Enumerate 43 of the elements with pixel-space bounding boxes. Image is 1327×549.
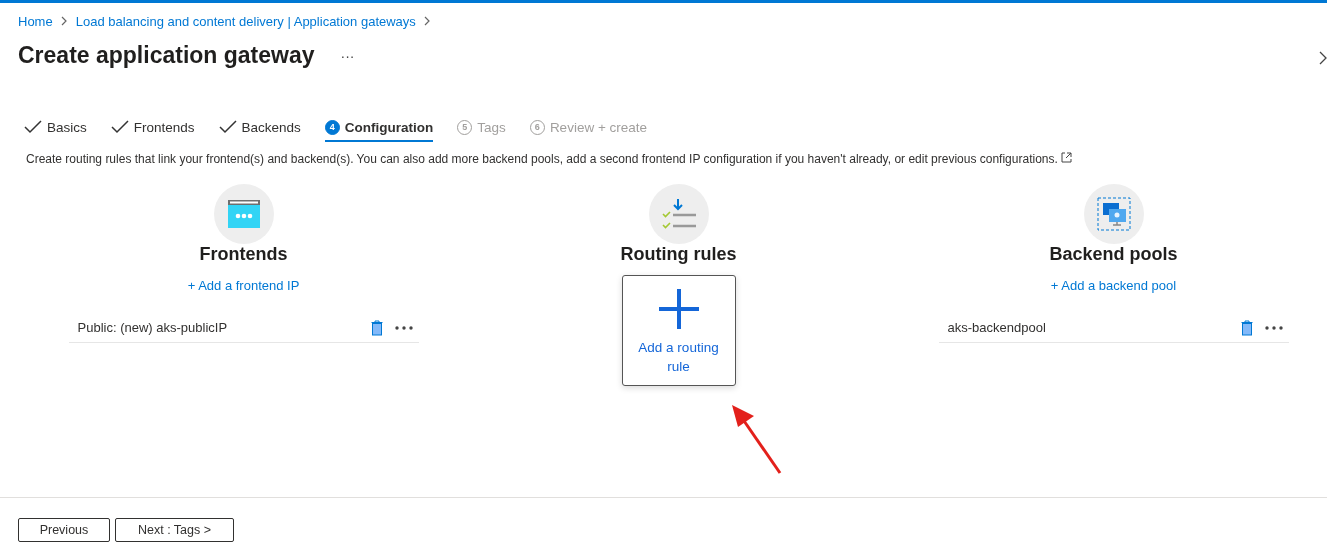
page-title: Create application gateway <box>18 42 315 69</box>
wizard-tab[interactable]: 4 Configuration <box>324 114 434 142</box>
browser-window-icon <box>227 200 260 228</box>
chevron-icon <box>423 16 431 26</box>
wizard-tab[interactable]: Backends <box>218 114 301 142</box>
step-number: 5 <box>457 119 473 135</box>
footer-button[interactable]: Next : Tags > <box>115 518 234 542</box>
tab-label: Frontends <box>133 119 195 135</box>
plus-icon <box>657 288 700 330</box>
tab-label: Backends <box>241 119 301 135</box>
add-link[interactable]: + Add a frontend IP <box>187 278 300 293</box>
more-icon[interactable] <box>394 325 413 330</box>
virtual-machines-icon <box>1096 197 1131 231</box>
breadcrumb-link[interactable]: Load balancing and content delivery | Application gateways <box>75 13 416 29</box>
add-link[interactable]: + Add a backend pool <box>1050 278 1177 293</box>
list-item-name: aks-backendpool <box>947 320 1046 335</box>
section-heading: Backend pools <box>1049 244 1178 266</box>
chevron-icon <box>60 16 68 26</box>
tab-label: Basics <box>47 119 87 135</box>
external-link-icon[interactable] <box>1061 152 1073 163</box>
step-number: 4 <box>324 119 340 135</box>
wizard-tab[interactable]: Frontends <box>110 114 195 142</box>
step-number: 6 <box>529 119 545 135</box>
trash-icon[interactable] <box>370 319 383 336</box>
checkmark-icon <box>110 120 129 134</box>
description-text: Create routing rules that link your frontend(s) and backend(s). You can also add more backend pools, add a second frontend IP configuration if you haven't already, or edit previous configurations. <box>26 152 1327 166</box>
more-icon[interactable] <box>1264 325 1283 330</box>
list-item-name: Public: (new) aks-publicIP <box>77 320 228 335</box>
checklist-icon <box>660 198 697 230</box>
section-heading: Frontends <box>199 244 288 266</box>
footer-button[interactable]: Previous <box>18 518 110 542</box>
trash-icon[interactable] <box>1240 319 1253 336</box>
more-button[interactable]: ··· <box>336 47 359 64</box>
checkmark-icon <box>24 120 42 134</box>
section-heading: Routing rules <box>620 244 737 266</box>
breadcrumb-link[interactable]: Home <box>18 13 53 29</box>
add-rule-card[interactable]: Add a routing rule <box>621 275 736 386</box>
wizard-tab[interactable]: Basics <box>24 114 87 142</box>
chevron-icon[interactable] <box>1319 51 1327 65</box>
tab-label: Tags <box>477 119 506 135</box>
tab-label: Configuration <box>344 119 434 135</box>
checkmark-icon <box>218 120 237 134</box>
tab-label: Review + create <box>549 119 648 135</box>
